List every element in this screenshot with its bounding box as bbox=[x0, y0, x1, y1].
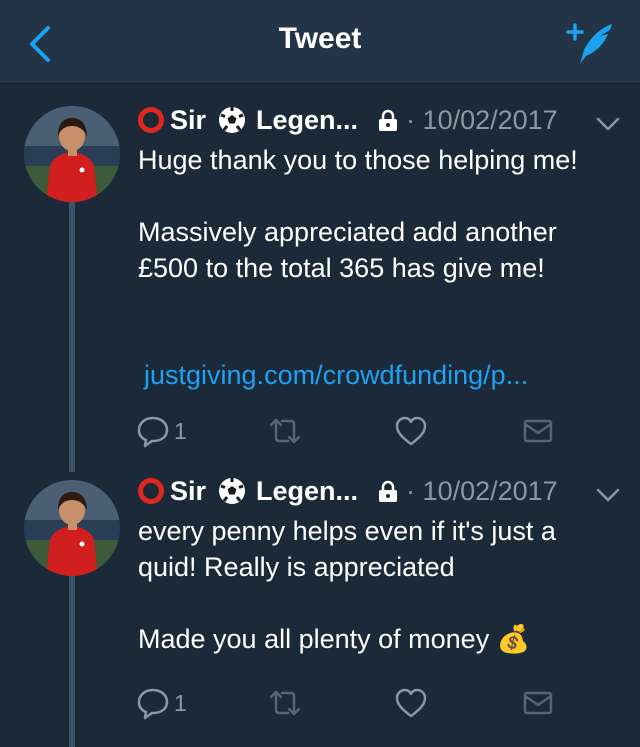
direct-message-button[interactable] bbox=[522, 414, 554, 448]
thread-line bbox=[69, 576, 75, 747]
reply-icon bbox=[137, 416, 169, 448]
tweet-date[interactable]: · 10/02/2017 bbox=[406, 476, 558, 507]
avatar[interactable] bbox=[24, 106, 120, 202]
page-title: Tweet bbox=[278, 22, 362, 55]
lock-icon bbox=[379, 109, 398, 131]
retweet-icon bbox=[269, 690, 301, 716]
tweet-link[interactable]: justgiving.com/crowdfunding/p... bbox=[144, 360, 528, 391]
direct-message-button[interactable] bbox=[522, 686, 554, 720]
chevron-down-icon[interactable] bbox=[596, 116, 620, 132]
retweet-button[interactable] bbox=[268, 686, 302, 720]
tweet-text: Huge thank you to those helping me! Mass… bbox=[138, 145, 578, 283]
tweet-actions: 1 bbox=[136, 686, 576, 722]
reply-count: 1 bbox=[174, 417, 187, 444]
envelope-icon bbox=[523, 691, 553, 715]
reply-count: 1 bbox=[174, 689, 187, 716]
tweet-date[interactable]: · 10/02/2017 bbox=[406, 105, 558, 136]
soccer-ball-icon bbox=[219, 478, 246, 504]
display-name[interactable]: Sir Legen... bbox=[138, 105, 358, 136]
tweet-text: every penny helps even if it's just a qu… bbox=[138, 516, 556, 654]
compose-tweet-icon bbox=[566, 23, 612, 64]
tweet-header: Sir Legen... · 10/02/2017 bbox=[138, 474, 558, 508]
envelope-icon bbox=[523, 419, 553, 443]
lock-icon bbox=[379, 480, 398, 502]
retweet-icon bbox=[269, 418, 301, 444]
footballer-avatar-icon bbox=[24, 480, 120, 576]
tweet-header: Sir Legen... · 10/02/2017 bbox=[138, 103, 558, 137]
navigation-bar: Tweet bbox=[0, 0, 640, 84]
compose-tweet-button[interactable] bbox=[566, 20, 616, 68]
tweet-actions: 1 bbox=[136, 414, 576, 450]
avatar[interactable] bbox=[24, 480, 120, 576]
heart-icon bbox=[395, 688, 427, 718]
chevron-down-icon[interactable] bbox=[596, 487, 620, 503]
soccer-ball-icon bbox=[219, 107, 246, 133]
retweet-button[interactable] bbox=[268, 414, 302, 448]
like-button[interactable] bbox=[394, 414, 428, 448]
red-circle-icon bbox=[138, 478, 164, 504]
red-circle-icon bbox=[138, 107, 164, 133]
tweet-detail-screen: Tweet Sir Legen... · 10/02/2017 Huge tha… bbox=[0, 0, 640, 747]
thread-line bbox=[69, 202, 75, 472]
money-bag-icon: 💰 bbox=[496, 624, 531, 654]
reply-button[interactable]: 1 bbox=[136, 686, 187, 720]
like-button[interactable] bbox=[394, 686, 428, 720]
reply-button[interactable]: 1 bbox=[136, 414, 187, 448]
heart-icon bbox=[395, 416, 427, 446]
reply-icon bbox=[137, 688, 169, 720]
footballer-avatar-icon bbox=[24, 106, 120, 202]
display-name[interactable]: Sir Legen... bbox=[138, 476, 358, 507]
